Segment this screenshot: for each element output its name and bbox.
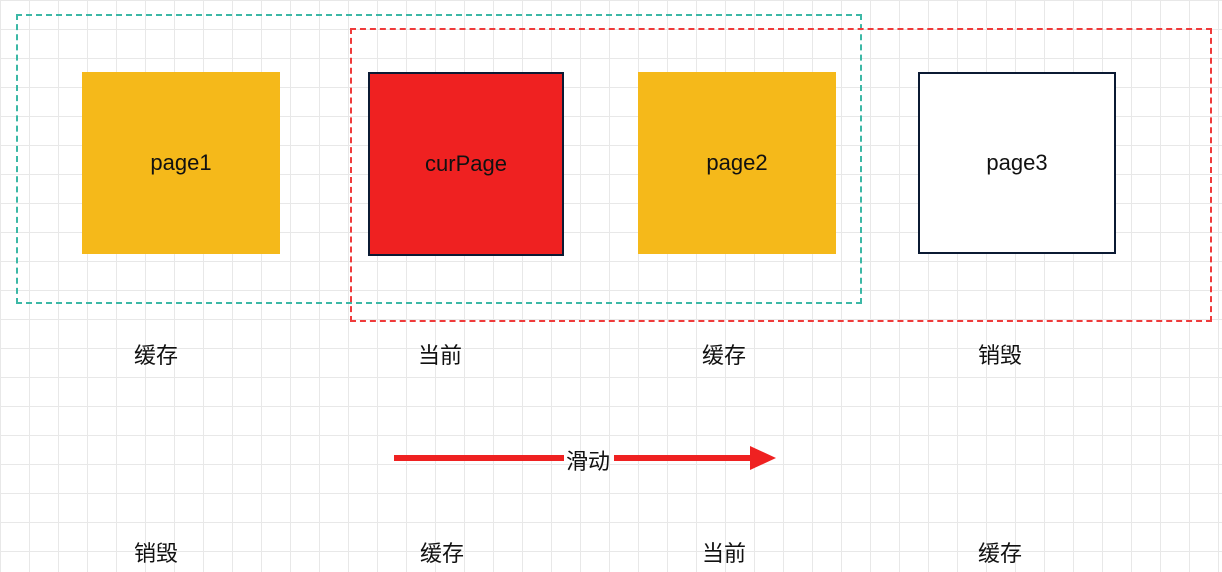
swipe-arrow-line — [394, 455, 564, 461]
state-before-col3: 缓存 — [702, 338, 746, 370]
page-box-current: curPage — [368, 72, 564, 256]
state-after-col4: 缓存 — [978, 536, 1022, 568]
page-box-3-label: page3 — [986, 150, 1047, 176]
state-after-col1: 销毁 — [134, 536, 178, 568]
page-box-current-label: curPage — [425, 151, 507, 177]
swipe-arrow-label: 滑动 — [566, 444, 610, 476]
page-box-3: page3 — [918, 72, 1116, 254]
state-before-col4: 销毁 — [978, 338, 1022, 370]
state-before-col2: 当前 — [418, 338, 462, 370]
swipe-arrow-line-2 — [614, 455, 750, 461]
page-box-1: page1 — [82, 72, 280, 254]
page-box-2: page2 — [638, 72, 836, 254]
page-box-2-label: page2 — [706, 150, 767, 176]
state-after-col2: 缓存 — [420, 536, 464, 568]
swipe-arrow-head — [750, 446, 776, 470]
state-before-col1: 缓存 — [134, 338, 178, 370]
state-after-col3: 当前 — [702, 536, 746, 568]
page-box-1-label: page1 — [150, 150, 211, 176]
swipe-arrow: 滑动 — [394, 446, 774, 470]
